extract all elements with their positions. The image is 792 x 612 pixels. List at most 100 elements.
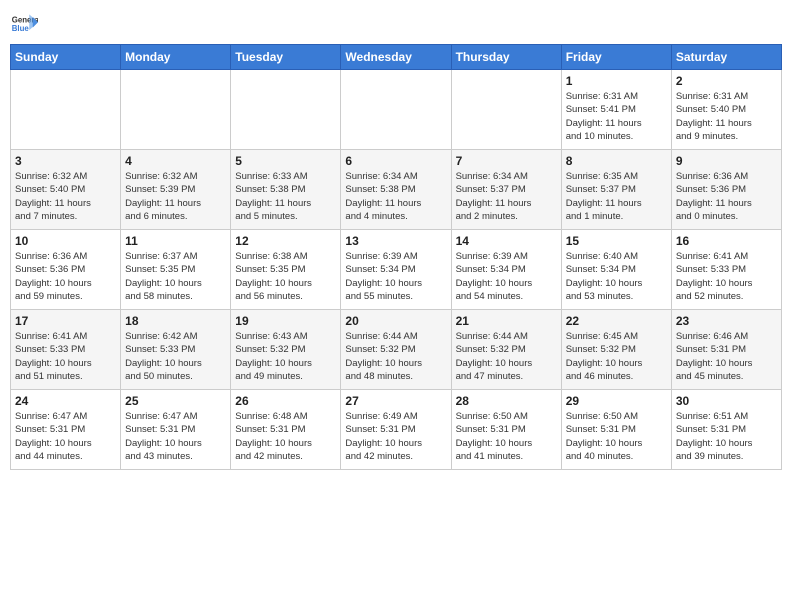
day-cell bbox=[451, 70, 561, 150]
weekday-header-sunday: Sunday bbox=[11, 45, 121, 70]
day-cell: 18Sunrise: 6:42 AM Sunset: 5:33 PM Dayli… bbox=[121, 310, 231, 390]
weekday-header-friday: Friday bbox=[561, 45, 671, 70]
day-cell bbox=[231, 70, 341, 150]
day-number: 24 bbox=[15, 394, 116, 408]
day-cell bbox=[341, 70, 451, 150]
weekday-header-wednesday: Wednesday bbox=[341, 45, 451, 70]
day-detail: Sunrise: 6:50 AM Sunset: 5:31 PM Dayligh… bbox=[566, 410, 667, 463]
day-cell: 15Sunrise: 6:40 AM Sunset: 5:34 PM Dayli… bbox=[561, 230, 671, 310]
day-cell: 1 Sunrise: 6:31 AM Sunset: 5:41 PM Daylig… bbox=[561, 70, 671, 150]
day-detail: Sunrise: 6:40 AM Sunset: 5:34 PM Dayligh… bbox=[566, 250, 667, 303]
day-detail: Sunrise: 6:46 AM Sunset: 5:31 PM Dayligh… bbox=[676, 330, 777, 383]
week-row-5: 24 Sunrise: 6:47 AM Sunset: 5:31 PM Dayli… bbox=[11, 390, 782, 470]
day-cell: 12 Sunrise: 6:38 AM Sunset: 5:35 PM Dayli… bbox=[231, 230, 341, 310]
day-detail: Sunrise: 6:42 AM Sunset: 5:33 PM Dayligh… bbox=[125, 330, 226, 383]
day-cell: 4 Sunrise: 6:32 AM Sunset: 5:39 PM Daylig… bbox=[121, 150, 231, 230]
day-cell bbox=[11, 70, 121, 150]
day-detail: Sunrise: 6:37 AM Sunset: 5:35 PM Dayligh… bbox=[125, 250, 226, 303]
day-cell: 13 Sunrise: 6:39 AM Sunset: 5:34 PM Dayli… bbox=[341, 230, 451, 310]
weekday-header-tuesday: Tuesday bbox=[231, 45, 341, 70]
week-row-1: 1 Sunrise: 6:31 AM Sunset: 5:41 PM Daylig… bbox=[11, 70, 782, 150]
day-detail: Sunrise: 6:41 AM Sunset: 5:33 PM Dayligh… bbox=[15, 330, 116, 383]
day-number: 5 bbox=[235, 154, 336, 168]
day-detail: Sunrise: 6:50 AM Sunset: 5:31 PM Dayligh… bbox=[456, 410, 557, 463]
day-cell: 6 Sunrise: 6:34 AM Sunset: 5:38 PM Daylig… bbox=[341, 150, 451, 230]
day-number: 9 bbox=[676, 154, 777, 168]
week-row-4: 17 Sunrise: 6:41 AM Sunset: 5:33 PM Dayli… bbox=[11, 310, 782, 390]
day-detail: Sunrise: 6:36 AM Sunset: 5:36 PM Dayligh… bbox=[676, 170, 777, 223]
day-number: 30 bbox=[676, 394, 777, 408]
day-cell: 8 Sunrise: 6:35 AM Sunset: 5:37 PM Daylig… bbox=[561, 150, 671, 230]
day-number: 13 bbox=[345, 234, 446, 248]
day-detail: Sunrise: 6:38 AM Sunset: 5:35 PM Dayligh… bbox=[235, 250, 336, 303]
day-detail: Sunrise: 6:36 AM Sunset: 5:36 PM Dayligh… bbox=[15, 250, 116, 303]
day-cell: 19Sunrise: 6:43 AM Sunset: 5:32 PM Dayli… bbox=[231, 310, 341, 390]
day-number: 10 bbox=[15, 234, 116, 248]
day-detail: Sunrise: 6:31 AM Sunset: 5:41 PM Dayligh… bbox=[566, 90, 667, 143]
page-header: General Blue bbox=[10, 10, 782, 38]
day-number: 27 bbox=[345, 394, 446, 408]
day-cell: 7 Sunrise: 6:34 AM Sunset: 5:37 PM Daylig… bbox=[451, 150, 561, 230]
day-detail: Sunrise: 6:49 AM Sunset: 5:31 PM Dayligh… bbox=[345, 410, 446, 463]
day-number: 16 bbox=[676, 234, 777, 248]
day-detail: Sunrise: 6:32 AM Sunset: 5:40 PM Dayligh… bbox=[15, 170, 116, 223]
day-cell: 23 Sunrise: 6:46 AM Sunset: 5:31 PM Dayli… bbox=[671, 310, 781, 390]
day-detail: Sunrise: 6:51 AM Sunset: 5:31 PM Dayligh… bbox=[676, 410, 777, 463]
day-number: 22 bbox=[566, 314, 667, 328]
day-detail: Sunrise: 6:45 AM Sunset: 5:32 PM Dayligh… bbox=[566, 330, 667, 383]
weekday-header-monday: Monday bbox=[121, 45, 231, 70]
day-number: 23 bbox=[676, 314, 777, 328]
day-number: 8 bbox=[566, 154, 667, 168]
weekday-header-saturday: Saturday bbox=[671, 45, 781, 70]
day-cell: 27 Sunrise: 6:49 AM Sunset: 5:31 PM Dayli… bbox=[341, 390, 451, 470]
day-detail: Sunrise: 6:32 AM Sunset: 5:39 PM Dayligh… bbox=[125, 170, 226, 223]
day-detail: Sunrise: 6:47 AM Sunset: 5:31 PM Dayligh… bbox=[125, 410, 226, 463]
day-cell: 22 Sunrise: 6:45 AM Sunset: 5:32 PM Dayli… bbox=[561, 310, 671, 390]
day-cell: 3 Sunrise: 6:32 AM Sunset: 5:40 PM Daylig… bbox=[11, 150, 121, 230]
day-number: 29 bbox=[566, 394, 667, 408]
day-cell: 28 Sunrise: 6:50 AM Sunset: 5:31 PM Dayli… bbox=[451, 390, 561, 470]
logo: General Blue bbox=[10, 10, 42, 38]
logo-icon: General Blue bbox=[10, 10, 38, 38]
day-cell: 10 Sunrise: 6:36 AM Sunset: 5:36 PM Dayli… bbox=[11, 230, 121, 310]
day-cell: 2 Sunrise: 6:31 AM Sunset: 5:40 PM Daylig… bbox=[671, 70, 781, 150]
day-cell bbox=[121, 70, 231, 150]
day-cell: 29 Sunrise: 6:50 AM Sunset: 5:31 PM Dayli… bbox=[561, 390, 671, 470]
day-cell: 16Sunrise: 6:41 AM Sunset: 5:33 PM Dayli… bbox=[671, 230, 781, 310]
day-detail: Sunrise: 6:33 AM Sunset: 5:38 PM Dayligh… bbox=[235, 170, 336, 223]
day-detail: Sunrise: 6:43 AM Sunset: 5:32 PM Dayligh… bbox=[235, 330, 336, 383]
day-detail: Sunrise: 6:31 AM Sunset: 5:40 PM Dayligh… bbox=[676, 90, 777, 143]
calendar-table: SundayMondayTuesdayWednesdayThursdayFrid… bbox=[10, 44, 782, 470]
day-detail: Sunrise: 6:48 AM Sunset: 5:31 PM Dayligh… bbox=[235, 410, 336, 463]
day-number: 6 bbox=[345, 154, 446, 168]
week-row-2: 3 Sunrise: 6:32 AM Sunset: 5:40 PM Daylig… bbox=[11, 150, 782, 230]
day-number: 3 bbox=[15, 154, 116, 168]
day-cell: 30 Sunrise: 6:51 AM Sunset: 5:31 PM Dayli… bbox=[671, 390, 781, 470]
day-detail: Sunrise: 6:35 AM Sunset: 5:37 PM Dayligh… bbox=[566, 170, 667, 223]
day-detail: Sunrise: 6:39 AM Sunset: 5:34 PM Dayligh… bbox=[345, 250, 446, 303]
day-detail: Sunrise: 6:47 AM Sunset: 5:31 PM Dayligh… bbox=[15, 410, 116, 463]
calendar-body: 1 Sunrise: 6:31 AM Sunset: 5:41 PM Daylig… bbox=[11, 70, 782, 470]
day-cell: 9 Sunrise: 6:36 AM Sunset: 5:36 PM Daylig… bbox=[671, 150, 781, 230]
day-number: 12 bbox=[235, 234, 336, 248]
day-number: 21 bbox=[456, 314, 557, 328]
day-detail: Sunrise: 6:39 AM Sunset: 5:34 PM Dayligh… bbox=[456, 250, 557, 303]
day-cell: 14Sunrise: 6:39 AM Sunset: 5:34 PM Dayli… bbox=[451, 230, 561, 310]
day-number: 4 bbox=[125, 154, 226, 168]
day-number: 11 bbox=[125, 234, 226, 248]
calendar-header: SundayMondayTuesdayWednesdayThursdayFrid… bbox=[11, 45, 782, 70]
day-number: 17 bbox=[15, 314, 116, 328]
day-number: 2 bbox=[676, 74, 777, 88]
day-number: 28 bbox=[456, 394, 557, 408]
day-cell: 17 Sunrise: 6:41 AM Sunset: 5:33 PM Dayli… bbox=[11, 310, 121, 390]
day-number: 7 bbox=[456, 154, 557, 168]
svg-text:Blue: Blue bbox=[12, 24, 30, 33]
day-number: 1 bbox=[566, 74, 667, 88]
day-cell: 11 Sunrise: 6:37 AM Sunset: 5:35 PM Dayli… bbox=[121, 230, 231, 310]
day-cell: 24 Sunrise: 6:47 AM Sunset: 5:31 PM Dayli… bbox=[11, 390, 121, 470]
day-number: 25 bbox=[125, 394, 226, 408]
day-detail: Sunrise: 6:34 AM Sunset: 5:38 PM Dayligh… bbox=[345, 170, 446, 223]
day-detail: Sunrise: 6:34 AM Sunset: 5:37 PM Dayligh… bbox=[456, 170, 557, 223]
weekday-header-thursday: Thursday bbox=[451, 45, 561, 70]
day-detail: Sunrise: 6:44 AM Sunset: 5:32 PM Dayligh… bbox=[456, 330, 557, 383]
